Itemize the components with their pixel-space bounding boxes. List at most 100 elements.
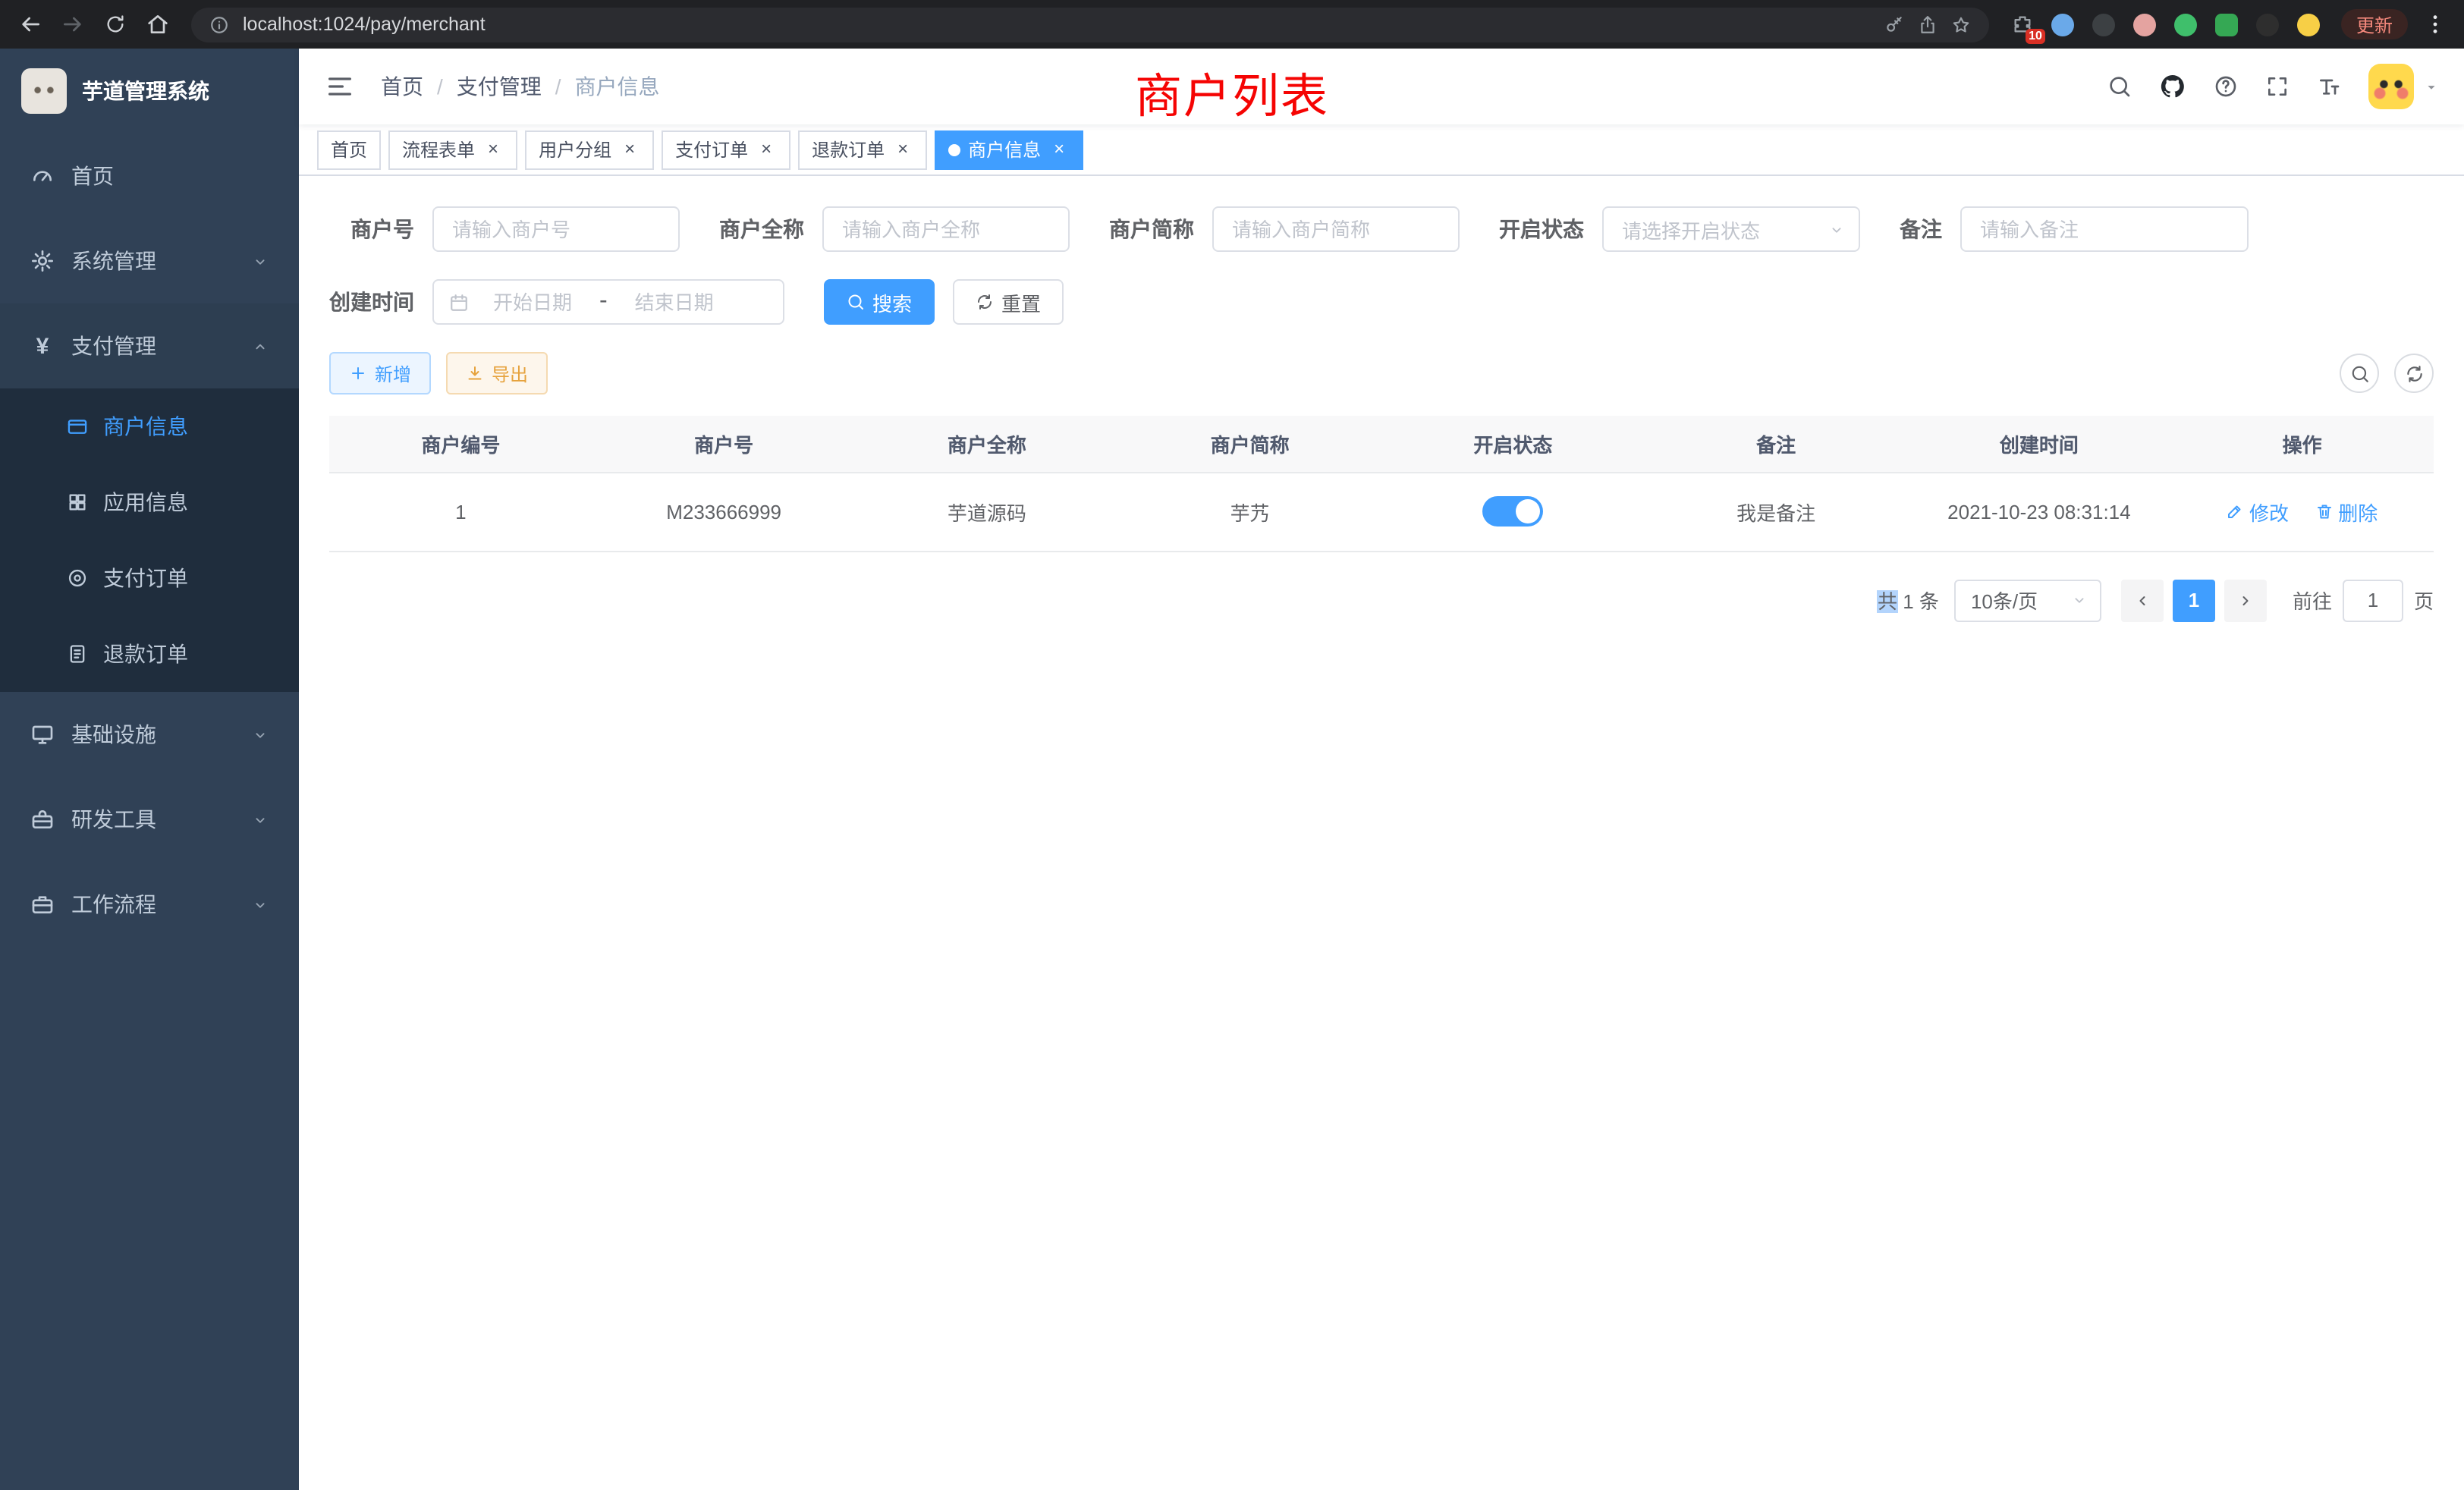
sidebar-item-system[interactable]: 系统管理	[0, 218, 299, 303]
browser-menu-button[interactable]	[2422, 11, 2449, 38]
font-size-button[interactable]	[2317, 74, 2341, 99]
close-tab-icon[interactable]: ×	[892, 139, 913, 160]
remark-label: 备注	[1900, 214, 1960, 244]
tab-process-form[interactable]: 流程表单×	[388, 130, 517, 169]
ext-icon-avatar[interactable]	[2132, 11, 2159, 38]
full-name-input[interactable]	[822, 206, 1070, 252]
breadcrumb-payment[interactable]: 支付管理	[457, 71, 542, 102]
remark-input[interactable]	[1960, 206, 2249, 252]
col-merchant-no: 商户号	[592, 416, 856, 472]
url-bar[interactable]: localhost:1024/pay/merchant	[191, 7, 1989, 42]
refresh-table-button[interactable]	[2394, 354, 2434, 393]
table-header-row: 商户编号 商户号 商户全称 商户简称 开启状态 备注 创建时间 操作	[329, 416, 2434, 472]
tab-home[interactable]: 首页	[317, 130, 381, 169]
ext-icon-yellow[interactable]	[2296, 11, 2323, 38]
sidebar-toggle-button[interactable]	[323, 70, 357, 103]
pinwheel-extension-icon	[2257, 13, 2280, 36]
payment-submenu: 商户信息 应用信息 支付订单 退款订单	[0, 388, 299, 692]
breadcrumb-home[interactable]: 首页	[381, 71, 423, 102]
breadcrumb-separator: /	[437, 74, 443, 99]
page-size-select[interactable]: 10条/页	[1954, 579, 2101, 621]
ext-icon-pinwheel[interactable]	[2255, 11, 2282, 38]
sidebar-item-workflow[interactable]: 工作流程	[0, 862, 299, 947]
user-menu[interactable]	[2368, 64, 2440, 109]
ext-icon-green-square[interactable]	[2214, 11, 2241, 38]
sidebar-item-merchant-info[interactable]: 商户信息	[0, 388, 299, 464]
page-1-button[interactable]: 1	[2173, 579, 2215, 621]
goto-page-input[interactable]	[2343, 579, 2403, 621]
toggle-search-button[interactable]	[2340, 354, 2379, 393]
sidebar-item-label: 支付订单	[103, 563, 188, 593]
browser-back-button[interactable]	[15, 10, 44, 39]
chevron-up-icon	[252, 338, 269, 354]
sidebar-item-dev-tools[interactable]: 研发工具	[0, 777, 299, 862]
tab-label: 用户分组	[539, 137, 611, 162]
status-select[interactable]: 请选择开启状态	[1602, 206, 1860, 252]
header-actions	[2107, 64, 2440, 109]
docs-help-button[interactable]	[2214, 74, 2238, 99]
col-full-name: 商户全称	[856, 416, 1119, 472]
short-name-input[interactable]	[1212, 206, 1460, 252]
header-search-button[interactable]	[2107, 74, 2132, 99]
page-info-icon[interactable]	[209, 14, 229, 34]
sidebar-item-payment[interactable]: ¥ 支付管理	[0, 303, 299, 388]
close-tab-icon[interactable]: ×	[1048, 139, 1070, 160]
start-date-input[interactable]	[475, 291, 590, 313]
cell-remark: 我是备注	[1645, 472, 1908, 551]
next-page-button[interactable]	[2224, 579, 2267, 621]
end-date-input[interactable]	[617, 291, 732, 313]
sidebar-item-home[interactable]: 首页	[0, 134, 299, 218]
sidebar-item-label: 基础设施	[71, 719, 156, 750]
export-button[interactable]: 导出	[446, 352, 548, 395]
sidebar-item-infrastructure[interactable]: 基础设施	[0, 692, 299, 777]
tab-merchant-info[interactable]: 商户信息×	[935, 130, 1083, 169]
close-tab-icon[interactable]: ×	[619, 139, 640, 160]
ext-icon-blue[interactable]	[2050, 11, 2077, 38]
pagination-total-selected-text: 共	[1878, 590, 1897, 613]
status-toggle[interactable]	[1482, 496, 1543, 527]
date-range-picker[interactable]: -	[432, 279, 784, 325]
page-unit-label: 页	[2414, 586, 2434, 615]
browser-forward-button[interactable]	[58, 10, 86, 39]
browser-reload-button[interactable]	[100, 10, 129, 39]
merchant-no-label: 商户号	[329, 214, 432, 244]
add-button[interactable]: 新增	[329, 352, 431, 395]
search-button[interactable]: 搜索	[824, 279, 935, 325]
sidebar-item-refund-order[interactable]: 退款订单	[0, 616, 299, 692]
ext-icon-green-circle[interactable]	[2173, 11, 2200, 38]
pagination-total-rest: 1 条	[1897, 590, 1939, 613]
tab-refund-order[interactable]: 退款订单×	[798, 130, 927, 169]
dashboard-icon	[30, 164, 55, 188]
close-tab-icon[interactable]: ×	[482, 139, 504, 160]
sidebar-item-label: 工作流程	[71, 889, 156, 919]
tab-user-group[interactable]: 用户分组 ×	[525, 130, 654, 169]
create-time-label: 创建时间	[329, 287, 432, 317]
delete-link-label: 删除	[2338, 497, 2378, 526]
reset-button[interactable]: 重置	[953, 279, 1064, 325]
col-short-name: 商户简称	[1118, 416, 1381, 472]
pagination: 共 1 条 10条/页 1 前往 页	[329, 579, 2434, 621]
gear-icon	[30, 249, 55, 273]
extensions-puzzle-icon[interactable]: 10	[2009, 11, 2036, 38]
merchant-no-input[interactable]	[432, 206, 680, 252]
close-tab-icon[interactable]: ×	[756, 139, 777, 160]
cell-status	[1381, 472, 1645, 551]
refresh-icon	[976, 293, 994, 311]
edit-link[interactable]: 修改	[2227, 497, 2289, 526]
delete-link[interactable]: 删除	[2315, 497, 2378, 526]
password-key-icon[interactable]	[1884, 14, 1904, 34]
share-icon[interactable]	[1918, 14, 1938, 34]
sidebar-item-pay-order[interactable]: 支付订单	[0, 540, 299, 616]
browser-home-button[interactable]	[143, 10, 171, 39]
ext-icon-dark[interactable]	[2091, 11, 2118, 38]
browser-update-button[interactable]: 更新	[2341, 9, 2408, 39]
bookmark-star-icon[interactable]	[1951, 14, 1971, 34]
search-icon	[2349, 363, 2369, 383]
download-icon	[466, 364, 484, 382]
sidebar-item-app-info[interactable]: 应用信息	[0, 464, 299, 540]
prev-page-button[interactable]	[2121, 579, 2164, 621]
app-logo[interactable]: 芋道管理系统	[0, 49, 299, 134]
github-button[interactable]	[2159, 73, 2186, 100]
fullscreen-button[interactable]	[2265, 74, 2290, 99]
tab-pay-order[interactable]: 支付订单×	[662, 130, 790, 169]
